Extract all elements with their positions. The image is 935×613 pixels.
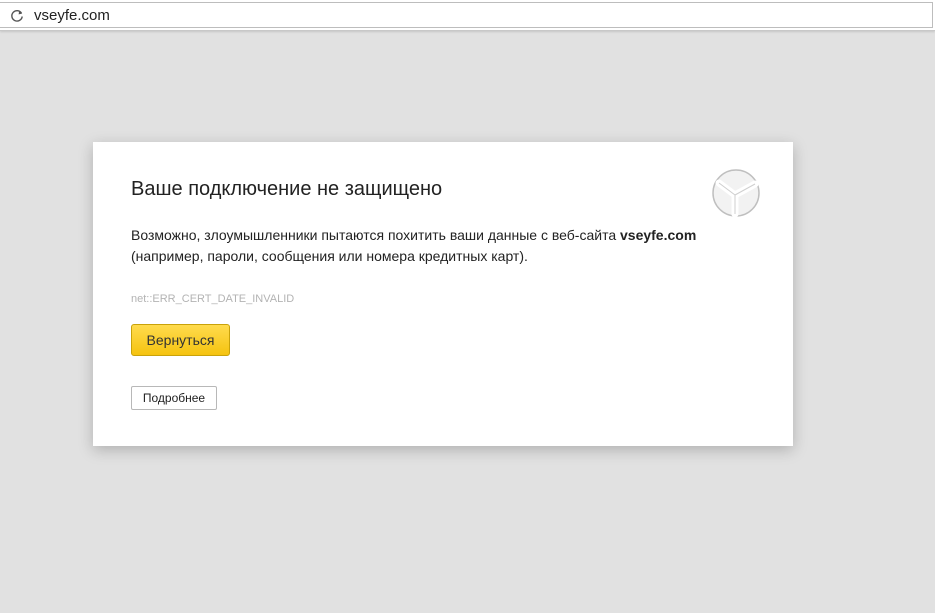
description-text-end: (например, пароли, сообщения или номера … — [131, 248, 528, 264]
error-description: Возможно, злоумышленники пытаются похити… — [131, 225, 711, 267]
page-title: Ваше подключение не защищено — [131, 178, 443, 200]
domain-name: vseyfe.com — [620, 227, 697, 243]
url-text[interactable]: vseyfe.com — [34, 6, 110, 26]
details-button[interactable]: Подробнее — [131, 386, 217, 410]
reload-icon[interactable] — [10, 9, 24, 23]
address-bar: vseyfe.com — [0, 0, 935, 31]
error-card: Ваше подключение не защищено Возможно, з… — [93, 142, 793, 446]
description-text-start: Возможно, злоумышленники пытаются похити… — [131, 227, 620, 243]
url-field[interactable]: vseyfe.com — [0, 2, 933, 28]
yandex-browser-logo-icon — [712, 169, 760, 218]
error-code: net::ERR_CERT_DATE_INVALID — [131, 293, 295, 305]
back-button[interactable]: Вернуться — [131, 324, 230, 356]
